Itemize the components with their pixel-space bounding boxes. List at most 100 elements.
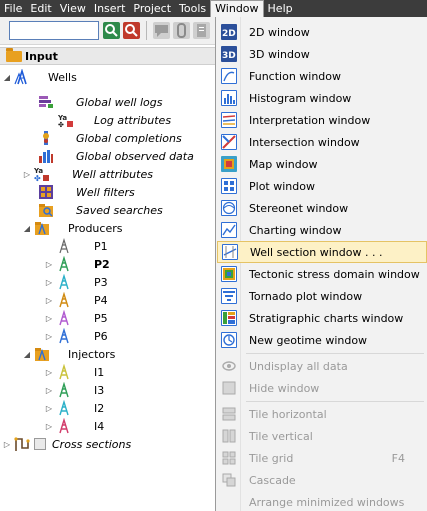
wells-icon bbox=[14, 69, 30, 85]
menu-item-well-section-window[interactable]: Well section window . . . bbox=[217, 241, 427, 263]
expand-arrow-icon[interactable]: ▷ bbox=[44, 386, 54, 395]
tree-item-p6[interactable]: ▷ P6 bbox=[44, 327, 108, 345]
tree-item-p1[interactable]: P1 bbox=[44, 237, 108, 255]
tectonic-stress-window-icon bbox=[221, 266, 237, 282]
search-icon[interactable] bbox=[103, 22, 120, 39]
checkbox[interactable] bbox=[34, 438, 46, 450]
menu-item-label: Well section window . . . bbox=[250, 245, 383, 259]
undisplay-icon bbox=[221, 358, 237, 374]
app-window: { "menubar": { "items": ["File", "Edit",… bbox=[0, 0, 427, 511]
menu-item-cascade[interactable]: Cascade bbox=[217, 469, 427, 491]
tree-label: Cross sections bbox=[52, 437, 132, 451]
tree-label: Injectors bbox=[68, 347, 116, 361]
tree-item-p4[interactable]: ▷ P4 bbox=[44, 291, 108, 309]
menu-item-function-window[interactable]: Function window bbox=[217, 65, 427, 87]
expand-arrow-icon[interactable]: ▷ bbox=[44, 260, 54, 269]
expand-arrow-icon[interactable]: ▷ bbox=[44, 314, 54, 323]
menu-edit[interactable]: Edit bbox=[26, 0, 55, 17]
menu-item-tile-grid[interactable]: Tile grid F4 bbox=[217, 447, 427, 469]
tree-item-well-attributes[interactable]: ▷ Ya ✤ Well attributes bbox=[22, 165, 153, 183]
menu-item-label: Plot window bbox=[249, 179, 315, 193]
menu-item-stratigraphic-charts-window[interactable]: Stratigraphic charts window bbox=[217, 307, 427, 329]
menu-item-interpretation-window[interactable]: Interpretation window bbox=[217, 109, 427, 131]
tree-item-log-attributes[interactable]: Ya ✤ Log attributes bbox=[46, 111, 171, 129]
collapse-arrow-icon[interactable]: ◢ bbox=[22, 224, 32, 233]
menu-item-label: Tile horizontal bbox=[249, 407, 327, 421]
menu-item-undisplay-all-data[interactable]: Undisplay all data bbox=[217, 355, 427, 377]
menu-item-hide-window[interactable]: Hide window bbox=[217, 377, 427, 399]
attach-icon[interactable] bbox=[173, 22, 190, 39]
tree-item-i1[interactable]: ▷ I1 bbox=[44, 363, 104, 381]
menu-item-tile-horizontal[interactable]: Tile horizontal bbox=[217, 403, 427, 425]
collapse-arrow-icon[interactable]: ◢ bbox=[22, 350, 32, 359]
menu-item-intersection-window[interactable]: Intersection window bbox=[217, 131, 427, 153]
menu-item-3d-window[interactable]: 3D 3D window bbox=[217, 43, 427, 65]
document-icon[interactable] bbox=[193, 22, 210, 39]
tree-item-cross-sections[interactable]: ▷ Cross sections bbox=[2, 435, 131, 453]
tree-item-well-filters[interactable]: Well filters bbox=[26, 183, 135, 201]
menu-insert[interactable]: Insert bbox=[90, 0, 130, 17]
folder-icon bbox=[6, 47, 22, 62]
tree-label: Log attributes bbox=[94, 113, 172, 127]
input-panel-header[interactable]: Input bbox=[0, 47, 215, 65]
expand-arrow-icon[interactable]: ▷ bbox=[44, 368, 54, 377]
tree-item-p2[interactable]: ▷ P2 bbox=[44, 255, 110, 273]
menu-item-map-window[interactable]: Map window bbox=[217, 153, 427, 175]
menu-item-histogram-window[interactable]: Histogram window bbox=[217, 87, 427, 109]
menu-window[interactable]: Window bbox=[210, 0, 264, 17]
menu-item-label: Stereonet window bbox=[249, 201, 349, 215]
tree-item-i4[interactable]: ▷ I4 bbox=[44, 417, 104, 435]
menu-item-new-geotime-window[interactable]: New geotime window bbox=[217, 329, 427, 351]
menu-item-label: Function window bbox=[249, 69, 342, 83]
menu-separator bbox=[246, 401, 424, 402]
expand-arrow-icon[interactable]: ▷ bbox=[44, 278, 54, 287]
search-input[interactable] bbox=[9, 21, 99, 40]
tree-item-i2[interactable]: ▷ I2 bbox=[44, 399, 104, 417]
menu-item-tectonic-stress-window[interactable]: Tectonic stress domain window bbox=[217, 263, 427, 285]
tree-item-global-well-logs[interactable]: Global well logs bbox=[26, 93, 162, 111]
expand-arrow-icon[interactable]: ▷ bbox=[22, 170, 32, 179]
menu-item-tornado-plot-window[interactable]: Tornado plot window bbox=[217, 285, 427, 307]
menu-item-stereonet-window[interactable]: Stereonet window bbox=[217, 197, 427, 219]
menu-item-tile-vertical[interactable]: Tile vertical bbox=[217, 425, 427, 447]
menu-project[interactable]: Project bbox=[129, 0, 175, 17]
tree-item-global-observed-data[interactable]: Global observed data bbox=[26, 147, 194, 165]
comment-icon[interactable] bbox=[153, 22, 170, 39]
expand-arrow-icon[interactable]: ▷ bbox=[2, 440, 12, 449]
hide-window-icon bbox=[221, 380, 237, 396]
menu-view[interactable]: View bbox=[56, 0, 90, 17]
well-section-window-icon bbox=[222, 244, 238, 260]
tree-item-saved-searches[interactable]: Saved searches bbox=[26, 201, 163, 219]
tree-item-p3[interactable]: ▷ P3 bbox=[44, 273, 108, 291]
function-window-icon bbox=[221, 68, 237, 84]
tile-vertical-icon bbox=[221, 428, 237, 444]
tree-item-producers[interactable]: ◢ Producers bbox=[22, 219, 122, 237]
collapse-arrow-icon[interactable]: ◢ bbox=[2, 73, 12, 82]
menu-file[interactable]: File bbox=[0, 0, 26, 17]
well-icon bbox=[56, 418, 72, 434]
menu-item-plot-window[interactable]: Plot window bbox=[217, 175, 427, 197]
log-attributes-icon: Ya ✤ bbox=[58, 112, 74, 128]
expand-arrow-icon[interactable]: ▷ bbox=[44, 296, 54, 305]
expand-arrow-icon[interactable]: ▷ bbox=[44, 422, 54, 431]
tree-item-wells[interactable]: ◢ Wells bbox=[2, 68, 77, 86]
expand-arrow-icon[interactable]: ▷ bbox=[44, 332, 54, 341]
menu-tools[interactable]: Tools bbox=[175, 0, 210, 17]
tree-item-i3[interactable]: ▷ I3 bbox=[44, 381, 104, 399]
menu-item-arrange-minimized-windows[interactable]: Arrange minimized windows bbox=[217, 491, 427, 511]
well-icon bbox=[56, 274, 72, 290]
menu-item-charting-window[interactable]: Charting window bbox=[217, 219, 427, 241]
3d-window-icon: 3D bbox=[221, 46, 237, 62]
clear-search-icon[interactable] bbox=[123, 22, 140, 39]
panel-title: Input bbox=[25, 49, 58, 63]
tree-item-global-completions[interactable]: Global completions bbox=[26, 129, 182, 147]
tree-label: P6 bbox=[94, 329, 108, 343]
tree-item-injectors[interactable]: ◢ Injectors bbox=[22, 345, 115, 363]
tree-label: Producers bbox=[68, 221, 123, 235]
tree-item-p5[interactable]: ▷ P5 bbox=[44, 309, 108, 327]
menu-help[interactable]: Help bbox=[264, 0, 297, 17]
menu-item-2d-window[interactable]: 2D 2D window bbox=[217, 21, 427, 43]
expand-arrow-icon[interactable]: ▷ bbox=[44, 404, 54, 413]
tree-label: P4 bbox=[94, 293, 108, 307]
completions-icon bbox=[38, 130, 54, 146]
